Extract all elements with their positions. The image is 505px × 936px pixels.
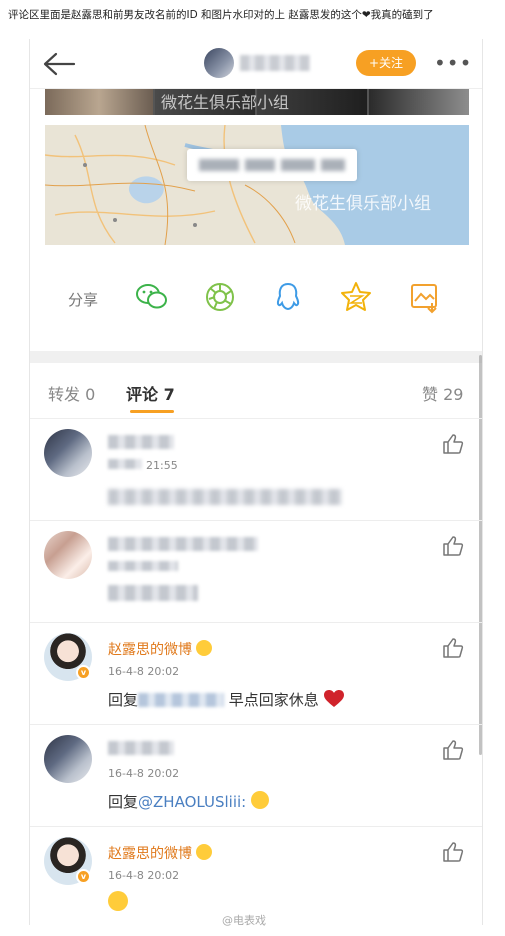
back-arrow-icon[interactable] bbox=[42, 51, 76, 77]
comment-item[interactable]: v 赵露思的微博 16-4-8 20:02 回复 早点回家休息 bbox=[30, 623, 482, 725]
love-eyes-emoji-icon bbox=[196, 640, 213, 656]
blurred-date bbox=[108, 459, 142, 469]
commenter-avatar[interactable] bbox=[44, 531, 92, 579]
verified-badge-icon: v bbox=[76, 665, 91, 680]
more-options-icon[interactable]: ••• bbox=[434, 51, 472, 75]
blurred-comment-text bbox=[108, 585, 198, 601]
comment-time: 16-4-8 20:02 bbox=[108, 767, 180, 780]
follow-button[interactable]: +关注 bbox=[356, 50, 416, 76]
comment-item[interactable] bbox=[30, 521, 482, 623]
like-icon[interactable] bbox=[442, 841, 464, 863]
blurred-username bbox=[108, 435, 174, 449]
commenter-avatar[interactable] bbox=[44, 429, 92, 477]
comment-text: 回复@ZHAOLUSliii: bbox=[108, 791, 269, 812]
save-image-icon[interactable] bbox=[406, 279, 442, 315]
section-divider bbox=[30, 351, 482, 363]
verified-badge-icon: v bbox=[76, 869, 91, 884]
love-eyes-emoji-icon bbox=[196, 844, 213, 860]
map-watermark: 微花生俱乐部小组 bbox=[295, 194, 431, 214]
post-map-image[interactable]: 微花生俱乐部小组 bbox=[45, 125, 469, 245]
author-avatar[interactable] bbox=[204, 48, 234, 78]
commenter-name[interactable]: 赵露思的微博 bbox=[108, 843, 213, 863]
wechat-icon[interactable] bbox=[134, 279, 170, 315]
tab-comments[interactable]: 评论 7 bbox=[126, 381, 175, 405]
like-icon[interactable] bbox=[442, 637, 464, 659]
comment-item[interactable]: v 赵露思的微博 16-4-8 20:02 bbox=[30, 827, 482, 925]
comment-time: 16-4-8 20:02 bbox=[108, 869, 180, 882]
image-watermark: 微花生俱乐部小组 bbox=[161, 93, 290, 112]
comment-item[interactable]: 16-4-8 20:02 回复@ZHAOLUSliii: bbox=[30, 725, 482, 827]
commenter-avatar[interactable] bbox=[44, 735, 92, 783]
active-tab-indicator bbox=[130, 410, 174, 413]
comment-item[interactable]: 21:55 bbox=[30, 419, 482, 521]
like-icon[interactable] bbox=[442, 739, 464, 761]
comment-text: 回复 早点回家休息 bbox=[108, 689, 344, 710]
moments-icon[interactable] bbox=[202, 279, 238, 315]
blowing-kiss-emoji-icon bbox=[251, 791, 269, 809]
post-caption: 评论区里面是赵露思和前男友改名前的ID 和图片水印对的上 赵露思发的这个❤我真的… bbox=[8, 9, 434, 21]
qq-icon[interactable] bbox=[270, 279, 306, 315]
tab-repost[interactable]: 转发 0 bbox=[48, 381, 95, 405]
comment-text bbox=[108, 891, 128, 915]
image-source-watermark: @电表戏 bbox=[222, 914, 266, 927]
comment-time: 16-4-8 20:02 bbox=[108, 665, 180, 678]
share-label: 分享 bbox=[68, 291, 99, 309]
blurred-username bbox=[108, 537, 258, 551]
like-icon[interactable] bbox=[442, 433, 464, 455]
author-name-blurred[interactable] bbox=[240, 55, 310, 71]
blurred-location-label bbox=[187, 149, 357, 181]
commenter-name[interactable]: 赵露思的微博 bbox=[108, 639, 213, 659]
top-bar: +关注 ••• bbox=[30, 39, 482, 89]
smile-emoji-icon bbox=[108, 891, 128, 911]
comment-time: 21:55 bbox=[146, 459, 178, 472]
blurred-username bbox=[108, 741, 174, 755]
qzone-icon[interactable] bbox=[338, 279, 374, 315]
weibo-screen: +关注 ••• 微花生俱乐部小组 微花生俱乐部小组 分享 转发 0 评论 7 赞… bbox=[29, 39, 483, 925]
tab-likes[interactable]: 赞 29 bbox=[422, 381, 463, 405]
blurred-date bbox=[108, 561, 178, 571]
heart-icon bbox=[323, 690, 344, 707]
post-image-strip[interactable]: 微花生俱乐部小组 bbox=[45, 89, 469, 115]
like-icon[interactable] bbox=[442, 535, 464, 557]
blurred-mention bbox=[138, 693, 225, 707]
map-graphic bbox=[45, 125, 469, 245]
blurred-comment-text bbox=[108, 489, 342, 505]
mention-link[interactable]: @ZHAOLUSliii: bbox=[138, 793, 246, 811]
